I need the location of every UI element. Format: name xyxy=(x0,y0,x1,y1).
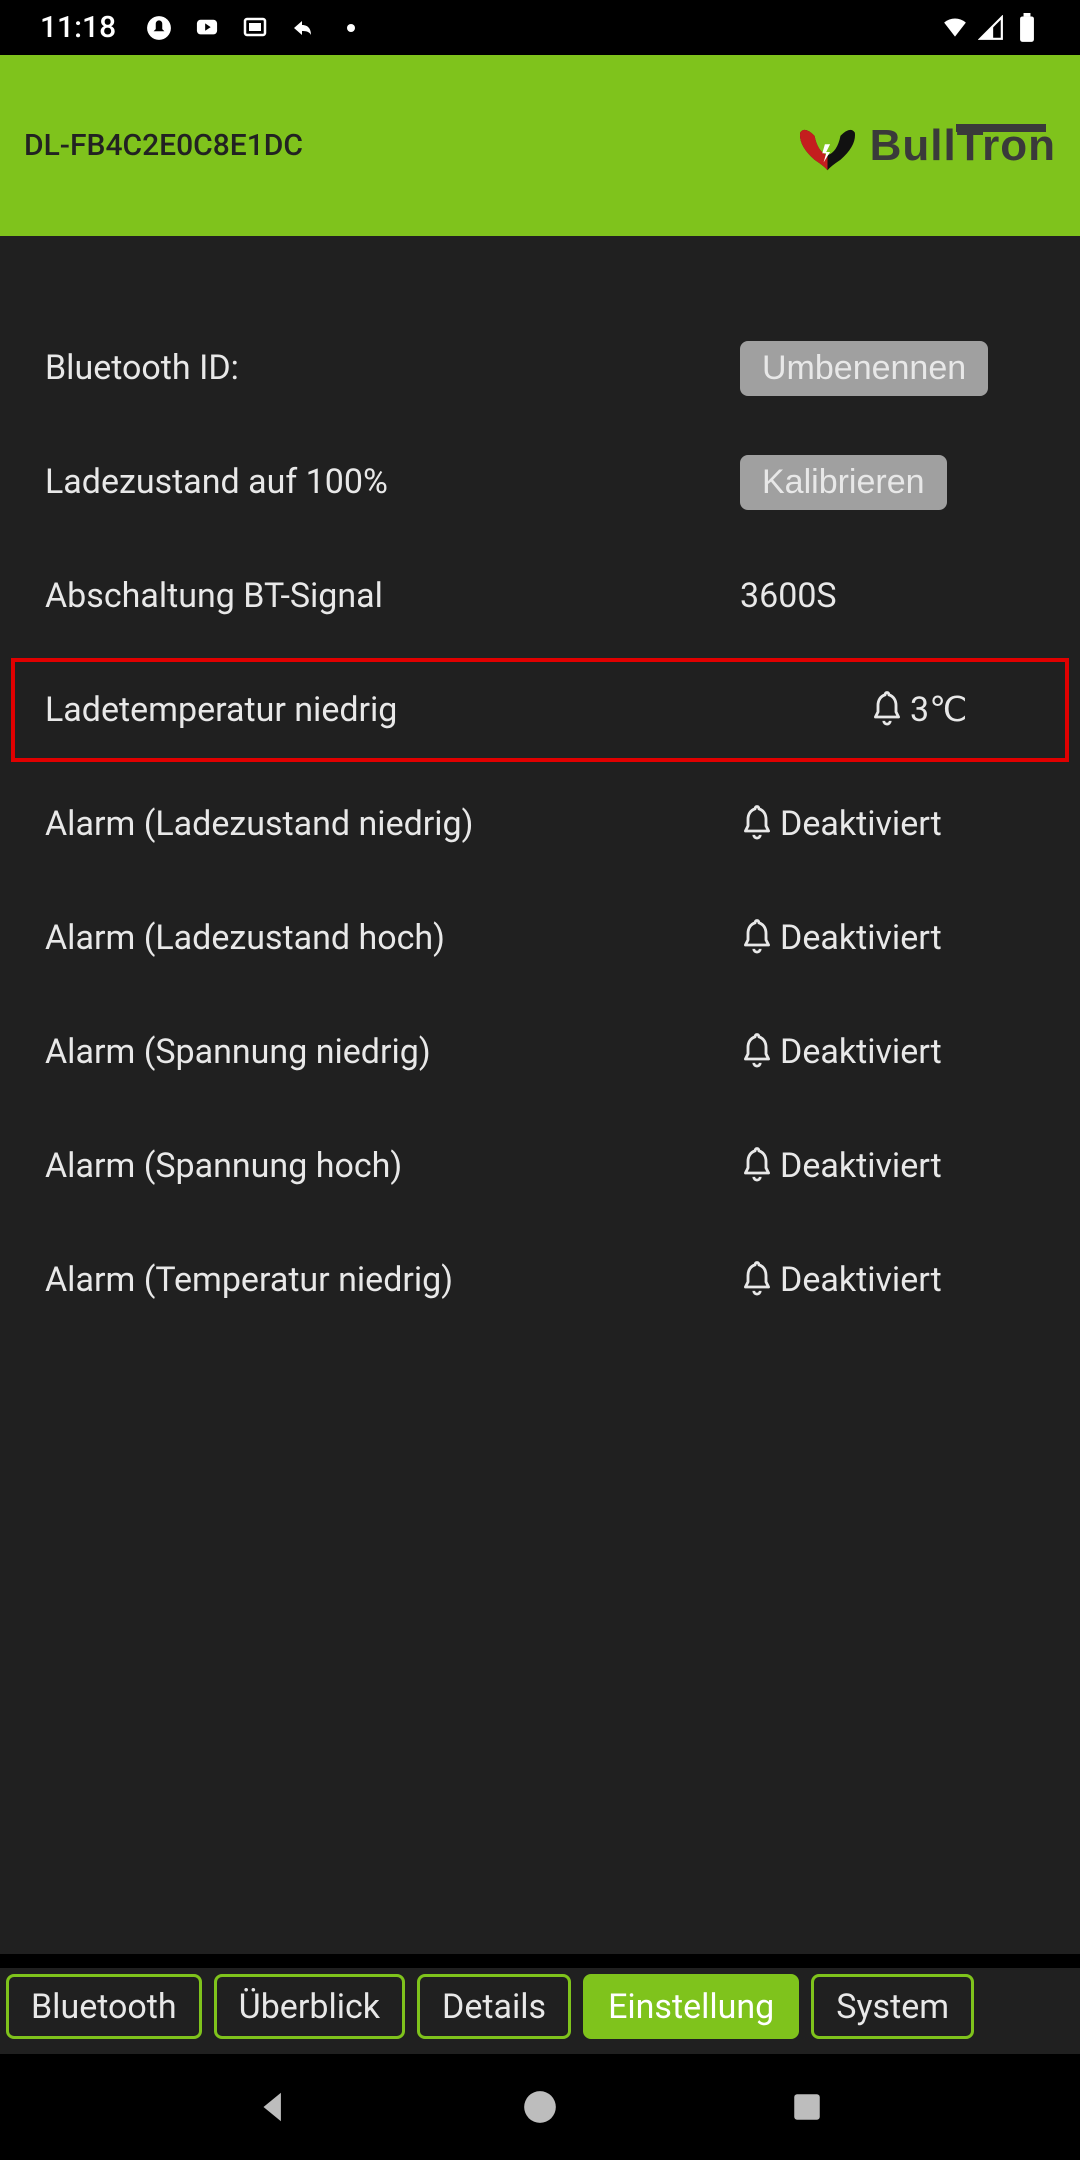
setting-value-cell: Deaktiviert xyxy=(740,804,1035,844)
recent-button[interactable] xyxy=(782,2082,832,2132)
umbenennen-button[interactable]: Umbenennen xyxy=(740,341,988,396)
setting-row[interactable]: Bluetooth ID:Umbenennen xyxy=(45,311,1035,425)
setting-value-cell: 3600S xyxy=(740,576,1035,616)
setting-value-cell: Deaktiviert xyxy=(740,918,1035,958)
bottom-tabs: BluetoothÜberblickDetailsEinstellungSyst… xyxy=(0,1968,1080,2054)
tab-überblick[interactable]: Überblick xyxy=(214,1974,405,2039)
setting-value: Deaktiviert xyxy=(780,1146,942,1186)
status-time: 11:18 xyxy=(40,10,116,45)
setting-value-cell: 3℃ xyxy=(870,690,1035,730)
highlighted-setting-row[interactable]: Ladetemperatur niedrig 3℃ xyxy=(11,658,1069,762)
brand-logo: BullTron xyxy=(795,118,1056,173)
bell-icon xyxy=(740,804,774,844)
setting-row[interactable]: Ladezustand auf 100%Kalibrieren xyxy=(45,425,1035,539)
kalibrieren-button[interactable]: Kalibrieren xyxy=(740,455,947,510)
setting-label: Alarm (Temperatur niedrig) xyxy=(45,1260,740,1300)
setting-row[interactable]: Abschaltung BT-Signal3600S xyxy=(45,539,1035,653)
app-header: DL-FB4C2E0C8E1DC BullTron xyxy=(0,55,1080,236)
device-id: DL-FB4C2E0C8E1DC xyxy=(24,128,303,163)
screenshot-icon xyxy=(242,15,268,41)
setting-value-cell: Umbenennen xyxy=(740,341,1035,396)
bell-icon xyxy=(870,690,904,730)
setting-value: Deaktiviert xyxy=(780,1260,942,1300)
setting-value: Deaktiviert xyxy=(780,918,942,958)
setting-value-cell: Deaktiviert xyxy=(740,1260,1035,1300)
setting-value-cell: Deaktiviert xyxy=(740,1032,1035,1072)
status-bar: 11:18 xyxy=(0,0,1080,55)
youtube-icon xyxy=(194,15,220,41)
android-nav-bar xyxy=(0,2054,1080,2160)
bell-icon xyxy=(740,1260,774,1300)
setting-label: Alarm (Spannung niedrig) xyxy=(45,1032,740,1072)
setting-row[interactable]: Alarm (Ladezustand niedrig) Deaktiviert xyxy=(45,767,1035,881)
back-button[interactable] xyxy=(248,2082,298,2132)
tab-einstellung[interactable]: Einstellung xyxy=(583,1974,799,2039)
setting-label: Ladetemperatur niedrig xyxy=(45,690,870,730)
setting-value: Deaktiviert xyxy=(780,804,942,844)
setting-label: Alarm (Ladezustand niedrig) xyxy=(45,804,740,844)
setting-row[interactable]: Alarm (Spannung niedrig) Deaktiviert xyxy=(45,995,1035,1109)
bell-icon xyxy=(740,1032,774,1072)
setting-label: Abschaltung BT-Signal xyxy=(45,576,740,616)
setting-value: Deaktiviert xyxy=(780,1032,942,1072)
battery-icon xyxy=(1014,15,1040,41)
bell-icon xyxy=(740,1146,774,1186)
setting-label: Alarm (Spannung hoch) xyxy=(45,1146,740,1186)
bell-icon xyxy=(740,918,774,958)
wifi-icon xyxy=(942,15,968,41)
dot-icon xyxy=(338,15,364,41)
tab-details[interactable]: Details xyxy=(417,1974,571,2039)
setting-row[interactable]: Alarm (Ladezustand hoch) Deaktiviert xyxy=(45,881,1035,995)
brand-name: BullTron xyxy=(870,121,1056,171)
setting-value-cell: Deaktiviert xyxy=(740,1146,1035,1186)
setting-value: 3600S xyxy=(740,576,837,616)
setting-value: 3℃ xyxy=(910,690,967,730)
reply-icon xyxy=(290,15,316,41)
bull-icon xyxy=(795,118,860,173)
settings-content: Bluetooth ID:UmbenennenLadezustand auf 1… xyxy=(0,236,1080,1954)
signal-icon xyxy=(978,15,1004,41)
status-icons-left xyxy=(146,15,364,41)
setting-row[interactable]: Alarm (Spannung hoch) Deaktiviert xyxy=(45,1109,1035,1223)
notification-icon xyxy=(146,15,172,41)
tab-bluetooth[interactable]: Bluetooth xyxy=(6,1974,202,2039)
home-button[interactable] xyxy=(515,2082,565,2132)
status-icons-right xyxy=(942,15,1040,41)
setting-label: Alarm (Ladezustand hoch) xyxy=(45,918,740,958)
tab-system[interactable]: System xyxy=(811,1974,974,2039)
setting-row[interactable]: Alarm (Temperatur niedrig) Deaktiviert xyxy=(45,1223,1035,1337)
setting-label: Ladezustand auf 100% xyxy=(45,462,740,502)
setting-label: Bluetooth ID: xyxy=(45,348,740,388)
setting-value-cell: Kalibrieren xyxy=(740,455,1035,510)
